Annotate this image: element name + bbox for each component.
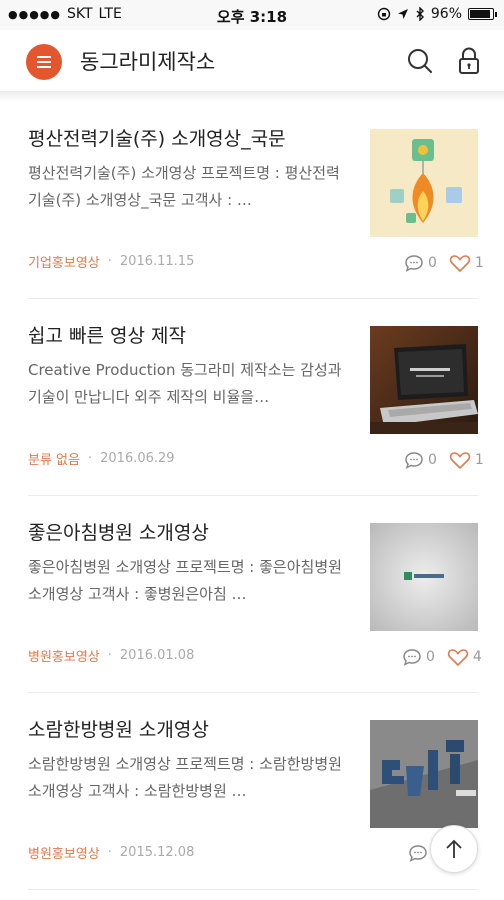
comment-count: 0 — [426, 649, 435, 665]
post-date: 2016.06.29 — [100, 451, 175, 466]
meta-separator: · — [107, 845, 112, 860]
post-excerpt: 평산전력기술(주) 소개영상 프로젝트명 : 평산전력기술(주) 소개영상_국문… — [28, 164, 340, 209]
post-thumbnail[interactable] — [370, 523, 478, 631]
post-meta: 기업홍보영상 · 2016.11.15 — [28, 252, 194, 271]
post-list: 평산전력기술(주) 소개영상_국문 평산전력기술(주) 소개영상 프로젝트명 :… — [28, 102, 484, 890]
post-counts: 0 1 — [404, 450, 484, 470]
list-item[interactable]: 쉽고 빠른 영상 제작 Creative Production 동그라미 제작소… — [28, 299, 484, 496]
post-category[interactable]: 기업홍보영상 — [28, 252, 100, 271]
comment-icon[interactable] — [404, 451, 424, 469]
meta-separator: · — [87, 451, 93, 466]
bluetooth-icon — [416, 7, 424, 21]
post-title[interactable]: 소람한방병원 소개영상 — [28, 715, 358, 742]
post-thumbnail[interactable] — [370, 129, 478, 237]
post-date: 2016.11.15 — [119, 254, 195, 269]
post-title[interactable]: 좋은아침병원 소개영상 — [28, 518, 358, 545]
list-item[interactable]: 소람한방병원 소개영상 소람한방병원 소개영상 프로젝트명 : 소람한방병원 소… — [28, 693, 478, 890]
meta-separator: · — [107, 648, 112, 663]
comment-icon[interactable] — [404, 254, 424, 272]
search-icon[interactable] — [406, 47, 434, 75]
laptop-photo-image — [370, 326, 478, 434]
post-excerpt: 소람한방병원 소개영상 프로젝트명 : 소람한방병원 소개영상 고객사 : 소람… — [28, 755, 342, 800]
like-count: 4 — [472, 649, 482, 665]
post-thumbnail[interactable] — [370, 720, 478, 828]
like-count: 1 — [474, 255, 484, 271]
post-date: 2015.12.08 — [119, 845, 195, 860]
lock-icon[interactable] — [456, 46, 482, 76]
list-item[interactable]: 평산전력기술(주) 소개영상_국문 평산전력기술(주) 소개영상 프로젝트명 :… — [28, 102, 484, 299]
post-counts — [404, 844, 432, 862]
comment-count: 0 — [428, 255, 437, 271]
heart-icon[interactable] — [449, 450, 471, 470]
page-title: 동그라미제작소 — [80, 50, 216, 74]
post-category[interactable]: 병원홍보영상 — [28, 843, 100, 862]
post-meta: 병원홍보영상 · 2015.12.08 — [28, 843, 194, 862]
comment-icon[interactable] — [408, 844, 428, 862]
status-bar: ●●●●● SKT LTE 오후 3:18 96% — [0, 0, 504, 30]
post-title[interactable]: 쉽고 빠른 영상 제작 — [28, 321, 358, 348]
post-date: 2016.01.08 — [119, 648, 195, 663]
post-title[interactable]: 평산전력기술(주) 소개영상_국문 — [28, 124, 358, 151]
arrow-up-icon — [446, 839, 462, 858]
battery-percent: 96% — [430, 6, 462, 22]
flame-illustration-image — [370, 129, 478, 237]
battery-icon — [468, 8, 497, 20]
post-category[interactable]: 분류 없음 — [28, 449, 80, 468]
app-header: 동그라미제작소 — [0, 30, 504, 92]
post-excerpt: 좋은아침병원 소개영상 프로젝트명 : 좋은아침병원 소개영상 고객사 : 좋병… — [28, 558, 342, 603]
menu-button[interactable] — [26, 44, 62, 80]
post-excerpt: Creative Production 동그라미 제작소는 감성과 기술이 만납… — [28, 361, 342, 406]
status-right: 96% — [377, 6, 497, 22]
meta-separator: · — [107, 254, 112, 269]
list-item[interactable]: 좋은아침병원 소개영상 좋은아침병원 소개영상 프로젝트명 : 좋은아침병원 소… — [28, 496, 482, 693]
post-meta: 분류 없음 · 2016.06.29 — [28, 449, 175, 468]
comment-count: 0 — [428, 452, 437, 468]
heart-icon[interactable] — [449, 253, 471, 273]
hospital-sign-image — [370, 720, 478, 828]
post-meta: 병원홍보영상 · 2016.01.08 — [28, 646, 194, 665]
post-counts: 0 4 — [402, 647, 482, 667]
header-shadow — [0, 92, 504, 102]
heart-icon[interactable] — [447, 647, 469, 667]
post-category[interactable]: 병원홍보영상 — [28, 646, 100, 665]
post-counts: 0 1 — [404, 253, 484, 273]
hospital-logo-image — [370, 523, 478, 631]
scroll-to-top-button[interactable] — [430, 825, 478, 873]
comment-icon[interactable] — [402, 648, 422, 666]
rotation-lock-icon — [377, 7, 391, 21]
post-thumbnail[interactable] — [370, 326, 478, 434]
menu-icon — [37, 56, 51, 58]
like-count: 1 — [474, 452, 484, 468]
location-icon — [397, 9, 408, 19]
